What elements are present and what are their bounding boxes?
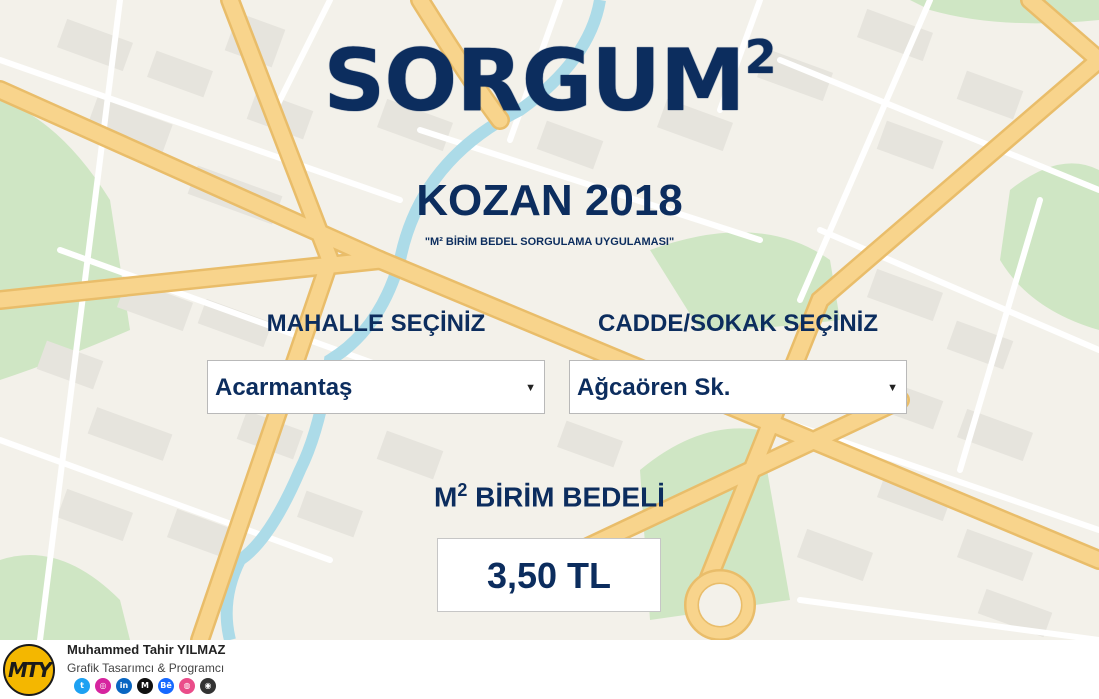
result-title-text: BİRİM BEDELİ — [467, 481, 665, 513]
social-links: t ◎ in M Bē ◍ ◉ — [74, 678, 216, 696]
page-subtitle: "M² BİRİM BEDEL SORGULAMA UYGULAMASI" — [424, 236, 675, 248]
result-title: M2 BİRİM BEDELİ — [0, 480, 1099, 513]
chevron-down-icon: ▼ — [525, 382, 536, 394]
app-logo: SORGUM2 — [0, 34, 1099, 124]
chevron-down-icon: ▼ — [887, 382, 898, 394]
result-title-superscript: 2 — [457, 480, 468, 500]
instagram-icon[interactable]: ◎ — [95, 678, 111, 694]
dribbble-icon[interactable]: ◍ — [179, 678, 195, 694]
author-name: Muhammed Tahir YILMAZ — [67, 642, 226, 657]
author-role: Grafik Tasarımcı & Programcı — [67, 661, 225, 675]
github-icon[interactable]: ◉ — [200, 678, 216, 694]
linkedin-icon[interactable]: in — [116, 678, 132, 694]
street-select[interactable]: Ağcaören Sk. ▼ — [569, 360, 907, 414]
street-selected-value: Ağcaören Sk. — [577, 374, 731, 401]
neighborhood-selected-value: Acarmantaş — [215, 374, 353, 401]
logo-text: SORGUM — [323, 31, 745, 131]
street-label: CADDE/SOKAK SEÇİNİZ — [597, 310, 879, 337]
neighborhood-label: MAHALLE SEÇİNİZ — [266, 310, 486, 337]
unit-price-value: 3,50 TL — [437, 538, 661, 612]
author-footer: MTY Muhammed Tahir YILMAZ Grafik Tasarım… — [0, 640, 1099, 699]
neighborhood-select[interactable]: Acarmantaş ▼ — [207, 360, 545, 414]
logo-superscript: 2 — [744, 30, 777, 84]
medium-icon[interactable]: M — [137, 678, 153, 694]
result-title-unit: M — [434, 481, 458, 513]
page-title: KOZAN 2018 — [416, 176, 683, 225]
author-avatar: MTY — [3, 644, 55, 696]
behance-icon[interactable]: Bē — [158, 678, 174, 694]
twitter-icon[interactable]: t — [74, 678, 90, 694]
